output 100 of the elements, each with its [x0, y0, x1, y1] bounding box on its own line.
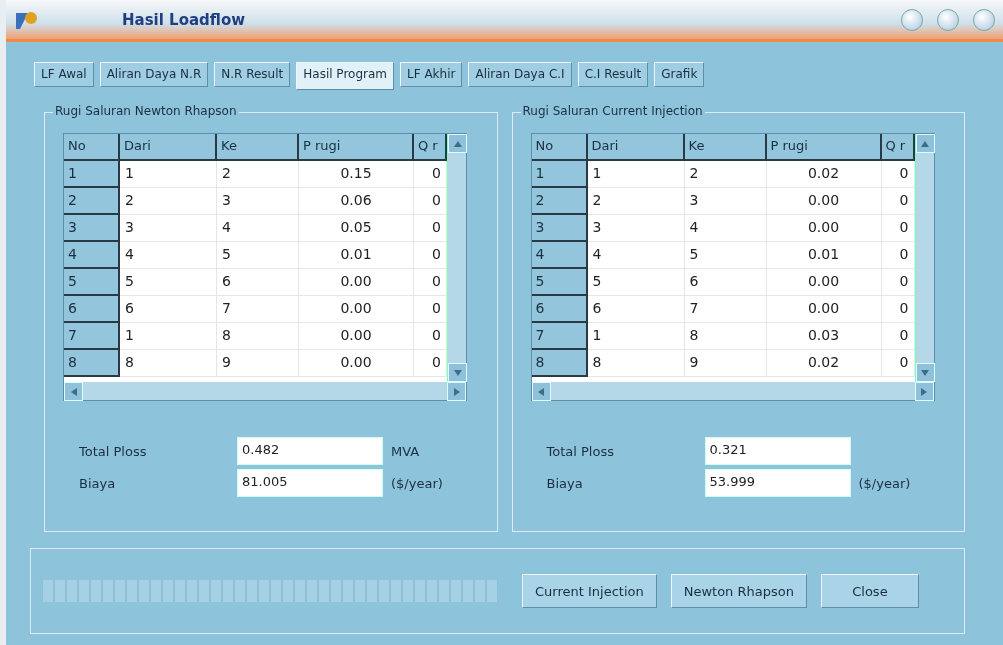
column-header[interactable]: Q r [881, 134, 915, 161]
table-cell: 0 [881, 296, 915, 323]
table-cell: 0 [881, 269, 915, 296]
tab[interactable]: LF Awal [34, 62, 94, 87]
tab[interactable]: N.R Result [214, 62, 291, 87]
window-title: Hasil Loadflow [122, 10, 247, 29]
tab[interactable]: Aliran Daya C.I [468, 62, 572, 87]
table-cell: 1 [587, 161, 685, 188]
column-header[interactable]: Ke [684, 134, 767, 161]
column-header[interactable]: Ke [217, 134, 299, 161]
row-header[interactable]: 8 [64, 350, 120, 377]
table-cell: 8 [684, 323, 767, 350]
table-cell: 0 [881, 242, 915, 269]
horizontal-scrollbar[interactable] [64, 382, 466, 400]
group-title: Rugi Saluran Current Injection [520, 104, 705, 118]
value-field[interactable]: 53.999 [704, 469, 851, 497]
table-cell: 4 [587, 242, 685, 269]
table-cell: 1 [587, 323, 685, 350]
down-arrow-icon[interactable] [452, 368, 463, 377]
table-cell: 0.00 [766, 215, 882, 242]
table-cell: 0.05 [299, 215, 414, 242]
unit-label: ($/year) [858, 475, 912, 491]
field-label: Biaya [79, 475, 117, 491]
tab[interactable]: C.I Result [577, 62, 649, 87]
table-cell: 0.02 [766, 350, 882, 377]
table-cell: 0.01 [299, 242, 414, 269]
column-header[interactable]: P rugi [766, 134, 882, 161]
row-header[interactable]: 4 [531, 242, 588, 269]
row-header[interactable]: 5 [531, 269, 588, 296]
table-cell: 3 [684, 188, 767, 215]
table-cell: 8 [217, 323, 299, 350]
row-header[interactable]: 2 [64, 188, 120, 215]
help-button[interactable] [901, 8, 923, 31]
value-field[interactable]: 81.005 [237, 469, 383, 497]
table-cell: 1 [120, 323, 217, 350]
table-cell: 6 [120, 296, 217, 323]
table-cell: 3 [587, 215, 685, 242]
row-header[interactable]: 4 [64, 242, 120, 269]
table-cell: 4 [217, 215, 299, 242]
field-label: Total Ploss [546, 443, 615, 459]
up-arrow-icon[interactable] [452, 139, 463, 148]
column-header[interactable]: Q r [414, 134, 447, 161]
table-cell: 8 [587, 350, 685, 377]
field-label: Total Ploss [79, 443, 148, 459]
left-arrow-icon[interactable] [536, 387, 546, 396]
right-arrow-icon[interactable] [451, 387, 462, 396]
table-cell: 0.00 [299, 350, 414, 377]
row-header[interactable]: 7 [64, 323, 120, 350]
table-cell: 0.00 [299, 323, 414, 350]
table-cell: 4 [684, 215, 767, 242]
table-cell: 1 [120, 161, 217, 188]
down-arrow-icon[interactable] [920, 368, 930, 377]
tab[interactable]: Hasil Program [296, 62, 394, 90]
horizontal-scrollbar[interactable] [531, 382, 934, 400]
table-cell: 0 [881, 188, 915, 215]
row-header[interactable]: 6 [531, 296, 588, 323]
field-label: Biaya [546, 475, 584, 491]
table-cell: 0.03 [766, 323, 882, 350]
close-button[interactable] [973, 8, 995, 31]
table-cell: 5 [684, 242, 767, 269]
row-header[interactable]: 3 [64, 215, 120, 242]
table-cell: 5 [120, 269, 217, 296]
table-cell: 0 [881, 323, 915, 350]
unit-label: MVA [391, 443, 421, 459]
column-header[interactable]: Dari [587, 134, 685, 161]
table-cell: 8 [120, 350, 217, 377]
table-cell: 4 [120, 242, 217, 269]
table-cell: 5 [587, 269, 685, 296]
table-cell: 5 [217, 242, 299, 269]
table-cell: 0.00 [299, 269, 414, 296]
value-field[interactable]: 0.482 [237, 437, 383, 465]
tab[interactable]: Grafik [654, 62, 705, 87]
up-arrow-icon[interactable] [920, 139, 930, 148]
tab[interactable]: Aliran Daya N.R [99, 62, 209, 87]
row-header[interactable]: 2 [531, 188, 588, 215]
column-header[interactable]: No [531, 134, 588, 161]
row-header[interactable]: 3 [531, 215, 588, 242]
row-header[interactable]: 6 [64, 296, 120, 323]
action-button[interactable]: Current Injection [522, 574, 657, 608]
table-cell: 2 [684, 161, 767, 188]
row-header[interactable]: 8 [531, 350, 588, 377]
row-header[interactable]: 7 [531, 323, 588, 350]
table-cell: 2 [120, 188, 217, 215]
column-header[interactable]: Dari [120, 134, 217, 161]
action-button[interactable]: Newton Rhapson [670, 574, 807, 608]
column-header[interactable]: No [64, 134, 120, 161]
row-header[interactable]: 1 [531, 161, 588, 188]
row-header[interactable]: 1 [64, 161, 120, 188]
table-cell: 0.06 [299, 188, 414, 215]
column-header[interactable]: P rugi [299, 134, 414, 161]
row-header[interactable]: 5 [64, 269, 120, 296]
table-cell: 7 [684, 296, 767, 323]
table-cell: 7 [217, 296, 299, 323]
value-field[interactable]: 0.321 [704, 437, 851, 465]
minimize-button[interactable] [937, 8, 959, 31]
tab[interactable]: LF Akhir [400, 62, 463, 87]
vertical-scrollbar[interactable] [447, 134, 466, 382]
table-cell: 0.00 [299, 296, 414, 323]
right-arrow-icon[interactable] [919, 387, 929, 396]
action-button[interactable]: Close [820, 574, 919, 608]
